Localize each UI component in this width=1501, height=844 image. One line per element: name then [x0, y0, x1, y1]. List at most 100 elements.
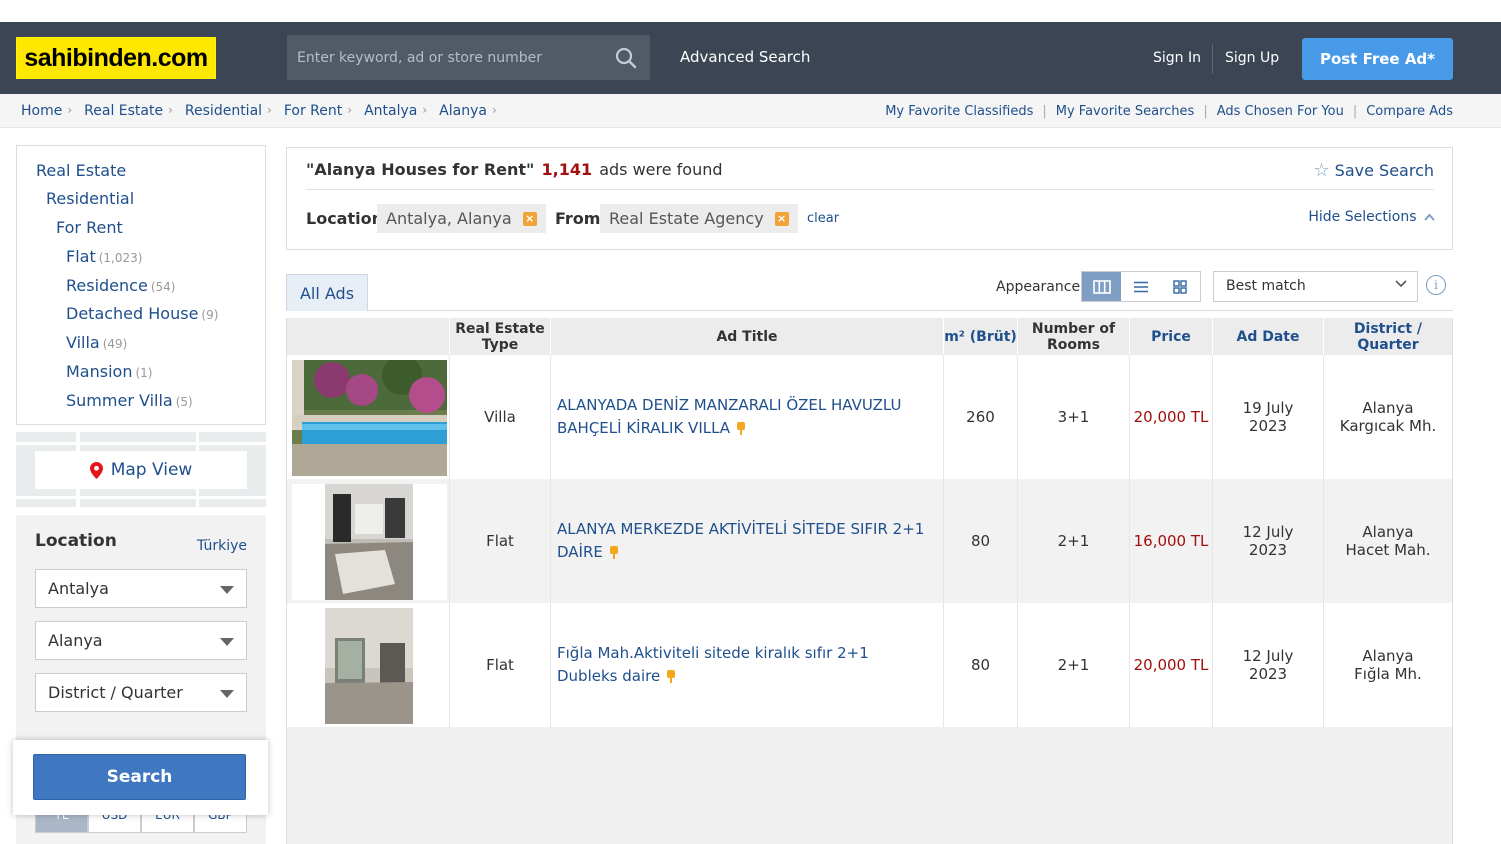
listing-photo[interactable]: [292, 360, 447, 476]
listing-photo[interactable]: [325, 608, 413, 724]
category-mansion[interactable]: Mansion (1): [66, 362, 152, 381]
save-search-button[interactable]: ☆ Save Search: [1313, 160, 1434, 181]
sign-in-link[interactable]: Sign In: [1153, 50, 1201, 66]
map-road: [16, 442, 266, 445]
category-residential[interactable]: Residential: [46, 189, 134, 208]
listing-title[interactable]: ALANYADA DENİZ MANZARALI ÖZEL HAVUZLU BA…: [551, 355, 944, 479]
columns-icon: [1092, 279, 1111, 294]
appearance-label: Appearance: [996, 279, 1081, 295]
map-view-button[interactable]: Map View: [35, 451, 247, 489]
search-icon[interactable]: [614, 46, 638, 70]
remove-filter-icon[interactable]: ×: [522, 211, 537, 226]
favorite-classifieds-link[interactable]: My Favorite Classifieds: [885, 104, 1033, 119]
header-title[interactable]: Ad Title: [551, 318, 944, 355]
district-select[interactable]: Alanya: [35, 621, 247, 660]
category-label: Flat: [66, 247, 96, 266]
category-real-estate[interactable]: Real Estate: [36, 161, 126, 180]
hide-selections-label: Hide Selections: [1308, 209, 1417, 225]
quarter-select[interactable]: District / Quarter: [35, 673, 247, 712]
country-link[interactable]: Türkiye: [197, 538, 247, 554]
listing-price: 16,000 TL: [1130, 479, 1213, 603]
category-for-rent[interactable]: For Rent: [56, 218, 123, 237]
property-type: Villa: [450, 355, 551, 479]
header-district[interactable]: District / Quarter: [1324, 318, 1452, 355]
breadcrumb-residential[interactable]: Residential: [185, 103, 262, 119]
map-preview[interactable]: Map View: [16, 432, 266, 507]
listing-title[interactable]: ALANYA MERKEZDE AKTİVİTELİ SİTEDE SIFIR …: [551, 479, 944, 603]
star-icon: ☆: [1313, 160, 1330, 181]
listing-price: 20,000 TL: [1130, 603, 1213, 727]
listing-thumb-cell[interactable]: [287, 479, 450, 603]
favorite-searches-link[interactable]: My Favorite Searches: [1056, 104, 1195, 119]
from-filter-label: From: [555, 209, 601, 228]
advanced-search-link[interactable]: Advanced Search: [680, 48, 810, 66]
tab-all-ads[interactable]: All Ads: [286, 274, 368, 311]
grid-view-button[interactable]: [1161, 272, 1200, 301]
table-view-button[interactable]: [1082, 272, 1122, 301]
ad-date-day: 12 July: [1242, 647, 1294, 665]
category-label: Summer Villa: [66, 391, 173, 410]
breadcrumb-home[interactable]: Home: [21, 103, 62, 119]
ad-date-year: 2023: [1248, 665, 1288, 683]
category-count: (54): [150, 280, 176, 294]
category-count: (1): [135, 366, 153, 380]
chevron-down-icon: [1395, 280, 1407, 288]
city-select[interactable]: Antalya: [35, 569, 247, 608]
category-label: Detached House: [66, 304, 199, 323]
district-quarter: Alanya Hacet Mah.: [1324, 479, 1452, 603]
global-search: [287, 35, 650, 80]
listing-thumb-cell[interactable]: [287, 355, 450, 479]
listing-photo[interactable]: [325, 484, 413, 600]
category-detached-house[interactable]: Detached House (9): [66, 304, 218, 323]
chevron-right-icon: ›: [67, 103, 73, 117]
room-count: 2+1: [1018, 603, 1130, 727]
sort-select[interactable]: Best match: [1213, 271, 1418, 302]
table-row[interactable]: Flat ALANYA MERKEZDE AKTİVİTELİ SİTEDE S…: [287, 479, 1452, 603]
info-icon[interactable]: i: [1426, 275, 1446, 295]
breadcrumb-antalya[interactable]: Antalya: [364, 103, 417, 119]
results-toolbar: All Ads Appearance Best match i: [286, 271, 1453, 311]
map-road: [16, 496, 266, 499]
category-count: (9): [201, 308, 219, 322]
ad-date-year: 2023: [1248, 541, 1288, 559]
breadcrumb-for-rent[interactable]: For Rent: [284, 103, 342, 119]
listing-price: 20,000 TL: [1130, 355, 1213, 479]
sign-up-link[interactable]: Sign Up: [1225, 50, 1279, 66]
search-input[interactable]: [287, 35, 597, 80]
listing-thumb-cell[interactable]: [287, 603, 450, 727]
category-summer-villa[interactable]: Summer Villa (5): [66, 391, 193, 410]
search-floating-panel: Search: [13, 740, 268, 815]
top-header: sahibinden.com Advanced Search Sign In S…: [0, 22, 1501, 94]
table-header: Real Estate Type Ad Title m² (Brüt) Numb…: [287, 318, 1452, 355]
hide-selections-toggle[interactable]: Hide Selections: [1308, 209, 1435, 225]
header-price[interactable]: Price: [1130, 318, 1213, 355]
quarter-name: Hacet Mah.: [1345, 541, 1431, 559]
compare-ads-link[interactable]: Compare Ads: [1366, 104, 1453, 119]
table-row[interactable]: Flat Fığla Mah.Aktiviteli sitede kiralık…: [287, 603, 1452, 727]
header-date[interactable]: Ad Date: [1213, 318, 1324, 355]
quarter-placeholder: District / Quarter: [48, 683, 183, 702]
breadcrumb-real-estate[interactable]: Real Estate: [84, 103, 163, 119]
listing-title[interactable]: Fığla Mah.Aktiviteli sitede kiralık sıfı…: [551, 603, 944, 727]
table-row[interactable]: Villa ALANYADA DENİZ MANZARALI ÖZEL HAVU…: [287, 355, 1452, 479]
category-villa[interactable]: Villa (49): [66, 333, 127, 352]
search-button[interactable]: Search: [33, 754, 246, 800]
grid-icon: [1173, 279, 1188, 294]
category-flat[interactable]: Flat (1,023): [66, 247, 142, 266]
breadcrumb-alanya[interactable]: Alanya: [439, 103, 487, 119]
clear-filters-link[interactable]: clear: [807, 211, 839, 226]
header-type[interactable]: Real Estate Type: [450, 318, 551, 355]
remove-filter-icon[interactable]: ×: [774, 211, 789, 226]
district-value: Alanya: [48, 631, 103, 650]
header-divider: [1212, 44, 1213, 74]
header-m2[interactable]: m² (Brüt): [944, 318, 1018, 355]
list-view-button[interactable]: [1121, 272, 1160, 301]
caret-down-icon: [220, 690, 234, 698]
category-residence[interactable]: Residence (54): [66, 276, 175, 295]
header-rooms[interactable]: Number of Rooms: [1018, 318, 1130, 355]
post-free-ad-button[interactable]: Post Free Ad*: [1302, 38, 1453, 80]
site-logo[interactable]: sahibinden.com: [16, 37, 216, 79]
category-count: (1,023): [98, 251, 143, 265]
ads-chosen-link[interactable]: Ads Chosen For You: [1217, 104, 1344, 119]
chevron-right-icon: ›: [347, 103, 353, 117]
